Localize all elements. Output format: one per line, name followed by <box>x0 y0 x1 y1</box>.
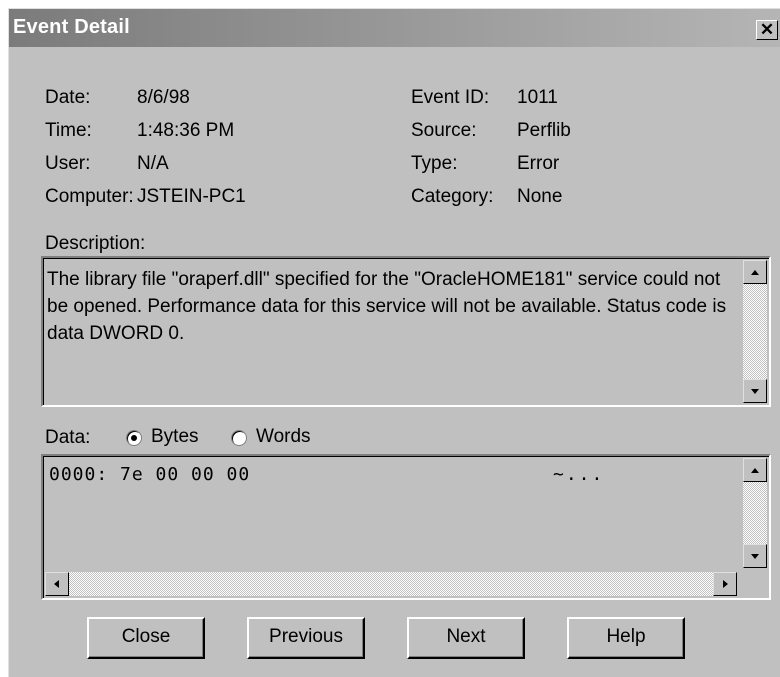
bytes-radio[interactable] <box>126 430 142 446</box>
window-title: Event Detail <box>13 16 130 38</box>
scroll-down-button[interactable] <box>743 379 767 403</box>
hex-data-line: 0000: 7e 00 00 00 <box>49 464 251 485</box>
event-id-label: Event ID: <box>411 87 490 108</box>
category-label: Category: <box>411 186 494 207</box>
source-label: Source: <box>411 120 477 141</box>
arrow-right-icon <box>723 580 728 588</box>
help-button[interactable]: Help <box>567 617 685 659</box>
words-radio-label[interactable]: Words <box>256 426 311 448</box>
user-label: User: <box>45 153 91 174</box>
close-button[interactable]: Close <box>87 617 205 659</box>
data-horizontal-scrollbar[interactable] <box>45 572 737 596</box>
source-value: Perflib <box>517 120 571 141</box>
description-box[interactable]: The library file "oraperf.dll" specified… <box>41 256 771 407</box>
user-value: N/A <box>137 153 169 174</box>
description-scrollbar[interactable] <box>743 260 767 403</box>
title-bar[interactable]: Event Detail ✕ <box>9 9 780 47</box>
computer-label: Computer: <box>45 186 134 207</box>
description-label: Description: <box>45 233 146 254</box>
date-value: 8/6/98 <box>137 87 190 108</box>
arrow-down-icon <box>751 554 759 559</box>
words-radio[interactable] <box>231 430 247 446</box>
type-label: Type: <box>411 153 458 174</box>
arrow-up-icon <box>751 270 759 275</box>
category-value: None <box>517 186 563 207</box>
type-value: Error <box>517 153 560 174</box>
data-scroll-right-button[interactable] <box>713 572 737 596</box>
date-label: Date: <box>45 87 91 108</box>
arrow-left-icon <box>54 580 59 588</box>
data-label: Data: <box>45 427 91 448</box>
event-id-value: 1011 <box>517 87 558 108</box>
time-label: Time: <box>45 120 92 141</box>
data-scroll-down-button[interactable] <box>743 544 767 568</box>
previous-button[interactable]: Previous <box>247 617 365 659</box>
bytes-radio-label[interactable]: Bytes <box>151 426 199 448</box>
arrow-down-icon <box>751 389 759 394</box>
scroll-up-button[interactable] <box>743 260 767 284</box>
time-value: 1:48:36 PM <box>137 120 235 141</box>
data-scroll-left-button[interactable] <box>45 572 69 596</box>
data-scroll-up-button[interactable] <box>743 458 767 482</box>
data-box[interactable]: 0000: 7e 00 00 00 ~... <box>41 454 771 600</box>
computer-value: JSTEIN-PC1 <box>137 186 246 207</box>
next-button[interactable]: Next <box>407 617 525 659</box>
ascii-data-line: ~... <box>553 464 605 485</box>
description-text: The library file "oraperf.dll" specified… <box>47 269 727 344</box>
event-detail-dialog: Event Detail ✕ Date: 8/6/98 Time: 1:48:3… <box>8 8 780 677</box>
close-icon[interactable]: ✕ <box>756 20 778 40</box>
data-vertical-scrollbar[interactable] <box>743 458 767 568</box>
arrow-up-icon <box>751 468 759 473</box>
